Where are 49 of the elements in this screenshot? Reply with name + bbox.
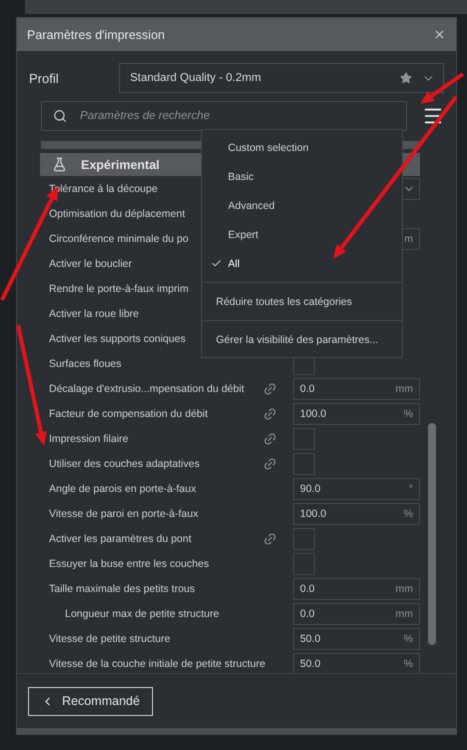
setting-label: Activer les paramètres du pont bbox=[49, 532, 192, 544]
menu-item[interactable]: Réduire toutes les catégories bbox=[202, 287, 402, 316]
profile-label: Profil bbox=[29, 70, 60, 86]
menu-item[interactable]: Advanced bbox=[202, 191, 402, 220]
setting-label: Activer le bouclier bbox=[49, 258, 132, 270]
setting-label: Activer la roue libre bbox=[49, 308, 139, 320]
number-field[interactable]: 50.0 % bbox=[293, 628, 420, 650]
back-button[interactable]: Recommandé bbox=[28, 686, 153, 716]
flask-icon bbox=[52, 157, 67, 172]
setting-label: Rendre le porte-à-faux imprim bbox=[49, 282, 188, 294]
star-icon[interactable] bbox=[400, 72, 412, 84]
checkbox[interactable] bbox=[293, 428, 315, 450]
profile-select[interactable]: Standard Quality - 0.2mm bbox=[119, 63, 444, 93]
window-title: Paramètres d'impression bbox=[27, 28, 165, 42]
setting-label: Essuyer la buse entre les couches bbox=[49, 558, 209, 570]
setting-label: Angle de parois en porte-à-faux bbox=[49, 482, 196, 494]
number-field[interactable]: 90.0 ° bbox=[293, 478, 420, 500]
setting-label: Surfaces floues bbox=[49, 358, 122, 370]
number-field[interactable]: 0.0 mm bbox=[293, 602, 420, 624]
setting-label: Vitesse de la couche initiale de petite structure bbox=[49, 658, 266, 670]
setting-label: Activer les supports coniques bbox=[49, 332, 186, 344]
setting-label: Décalage d'extrusio...mpensation du débit bbox=[49, 382, 244, 394]
scrollbar[interactable] bbox=[428, 423, 436, 645]
menu-item[interactable]: Gérer la visibilité des paramètres... bbox=[202, 325, 402, 354]
number-field[interactable]: 100.0 % bbox=[293, 402, 420, 424]
number-field[interactable]: 0.0 mm bbox=[293, 378, 420, 400]
setting-label: Longueur max de petite structure bbox=[65, 608, 220, 620]
checkbox[interactable] bbox=[293, 552, 315, 574]
menu-item[interactable]: All bbox=[202, 249, 402, 278]
close-button[interactable] bbox=[433, 28, 446, 41]
number-field[interactable]: 50.0 % bbox=[293, 652, 420, 673]
setting-label: Vitesse de petite structure bbox=[49, 632, 170, 644]
setting-label: Impression filaire bbox=[49, 432, 128, 444]
setting-label: Utiliser des couches adaptatives bbox=[49, 458, 200, 470]
menu-item[interactable]: Custom selection bbox=[202, 133, 402, 162]
check-icon bbox=[211, 258, 222, 269]
number-field[interactable]: 100.0 % bbox=[293, 502, 420, 524]
checkbox[interactable] bbox=[293, 528, 315, 550]
menu-item[interactable]: Basic bbox=[202, 162, 402, 191]
number-field[interactable]: 0.0 mm bbox=[293, 578, 420, 600]
search-icon bbox=[53, 109, 67, 123]
setting-label: Facteur de compensation du débit bbox=[49, 408, 208, 420]
checkbox[interactable] bbox=[293, 452, 315, 474]
setting-label: Circonférence minimale du po bbox=[49, 232, 188, 244]
setting-label: Taille maximale des petits trous bbox=[49, 582, 195, 594]
menu-item[interactable]: Expert bbox=[202, 220, 402, 249]
search-field[interactable]: Paramètres de recherche bbox=[41, 101, 407, 131]
setting-label: Vitesse de paroi en porte-à-faux bbox=[49, 508, 198, 520]
setting-label: Optimisation du déplacement bbox=[49, 208, 185, 220]
